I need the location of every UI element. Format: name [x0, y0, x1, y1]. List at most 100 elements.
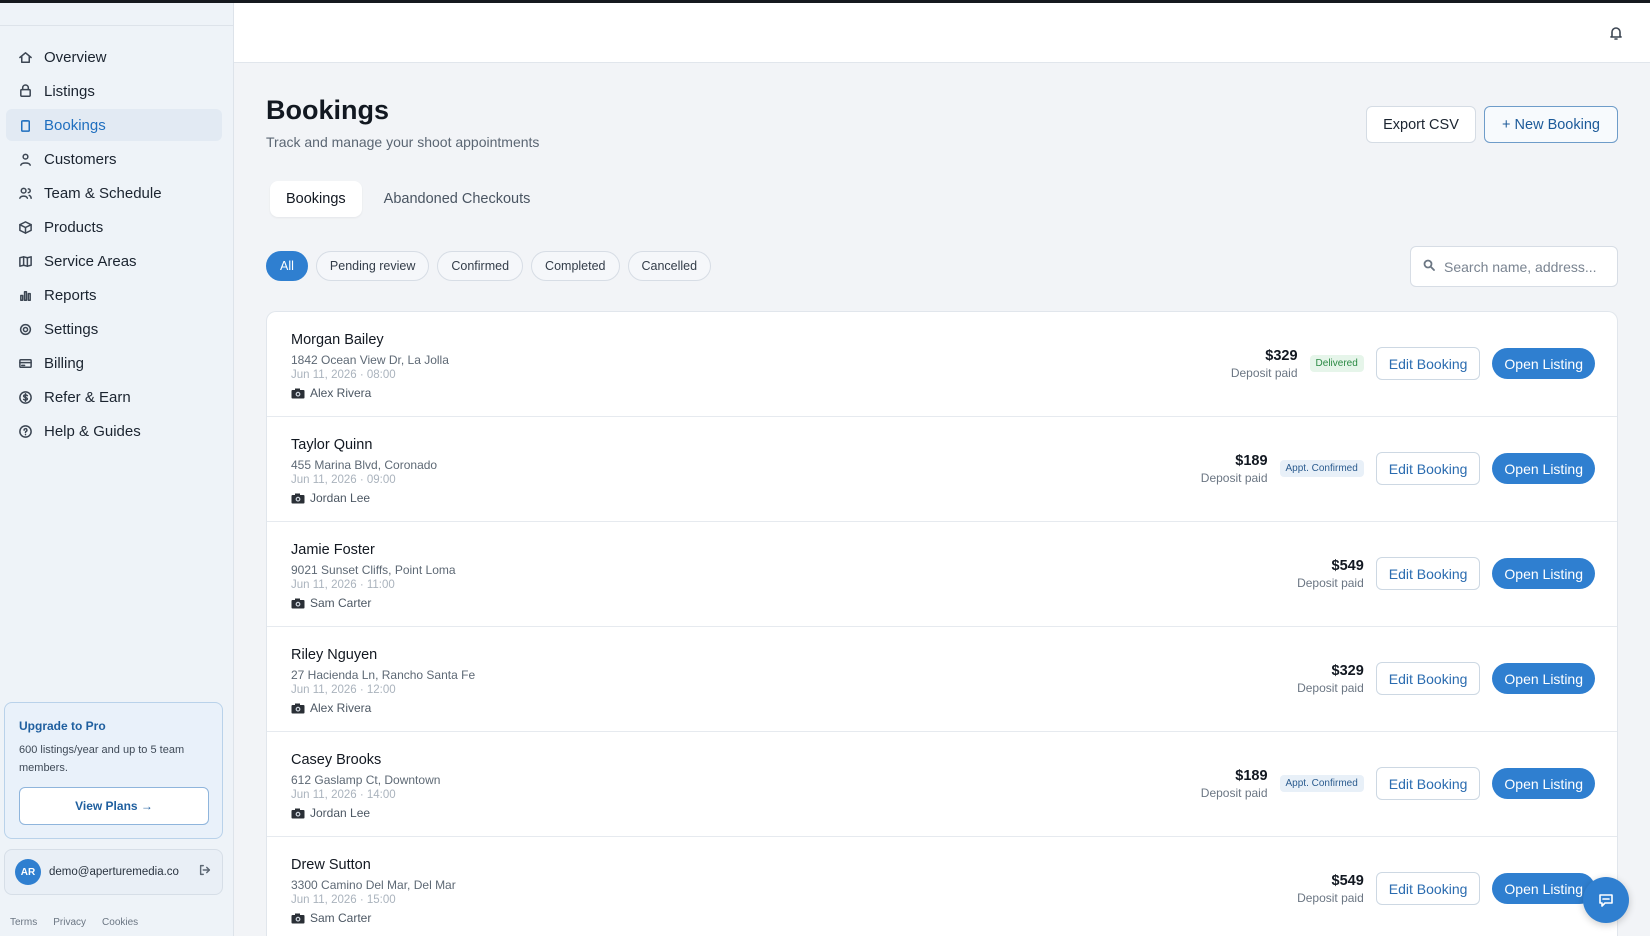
sidebar-item-label: Listings	[44, 82, 95, 100]
open-listing-button[interactable]: Open Listing	[1492, 873, 1595, 904]
edit-booking-button[interactable]: Edit Booking	[1375, 767, 1481, 800]
sidebar-divider	[0, 25, 233, 26]
credit-card-icon	[16, 354, 34, 372]
edit-booking-button[interactable]: Edit Booking	[1375, 557, 1481, 590]
booking-actions: $549 Deposit paid Edit Booking Open Listing	[1297, 557, 1595, 590]
home-icon	[16, 48, 34, 66]
payment-status: Deposit paid	[1297, 680, 1364, 695]
photographer-name: Alex Rivera	[310, 386, 372, 400]
photographer: Sam Carter	[291, 911, 371, 925]
booking-datetime: Jun 11, 2026 · 15:00	[291, 894, 396, 906]
sidebar-nav: Overview Listings Bookings Customers Team & …	[6, 41, 222, 449]
sidebar-item-settings[interactable]: Settings	[6, 313, 222, 345]
sidebar-item-label: Products	[44, 218, 104, 236]
cookies-link[interactable]: Cookies	[102, 917, 138, 928]
sidebar-item-refer-earn[interactable]: Refer & Earn	[6, 381, 222, 413]
sidebar-item-reports[interactable]: Reports	[6, 279, 222, 311]
tab-abandoned-checkouts[interactable]: Abandoned Checkouts	[368, 181, 547, 217]
sidebar-item-billing[interactable]: Billing	[6, 347, 222, 379]
customer-name: Jamie Foster	[291, 542, 375, 558]
clipboard-icon	[16, 116, 34, 134]
edit-booking-button[interactable]: Edit Booking	[1375, 452, 1481, 485]
sidebar-item-label: Service Areas	[44, 252, 137, 270]
account-email: demo@aperturemedia.co	[49, 866, 179, 878]
open-listing-button[interactable]: Open Listing	[1492, 453, 1595, 484]
box-icon	[16, 218, 34, 236]
tab-bar: Bookings Abandoned Checkouts	[270, 181, 546, 217]
booking-actions: $189 Deposit paid Appt. Confirmed Edit Book…	[1201, 767, 1595, 800]
booking-address: 3300 Camino Del Mar, Del Mar	[291, 878, 456, 892]
sidebar-item-overview[interactable]: Overview	[6, 41, 222, 73]
payment-status: Deposit paid	[1200, 785, 1268, 800]
view-plans-button[interactable]: View Plans →	[19, 787, 209, 825]
booking-row: Drew Sutton 3300 Camino Del Mar, Del Mar J…	[267, 837, 1617, 936]
sidebar-item-label: Customers	[44, 150, 117, 168]
search-box[interactable]	[1410, 246, 1618, 287]
filter-chip-pending-review[interactable]: Pending review	[315, 251, 430, 281]
sidebar-item-customers[interactable]: Customers	[6, 143, 222, 175]
price-block: $189 Deposit paid	[1201, 768, 1268, 800]
filter-chip-all[interactable]: All	[266, 251, 308, 281]
privacy-link[interactable]: Privacy	[53, 917, 86, 928]
booking-datetime: Jun 11, 2026 · 08:00	[291, 369, 396, 381]
sidebar-item-products[interactable]: Products	[6, 211, 222, 243]
photographer: Alex Rivera	[291, 701, 371, 715]
sidebar-item-service-areas[interactable]: Service Areas	[6, 245, 222, 277]
open-listing-button[interactable]: Open Listing	[1492, 348, 1595, 379]
filter-chip-confirmed[interactable]: Confirmed	[437, 251, 524, 281]
booking-address: 612 Gaslamp Ct, Downtown	[291, 773, 441, 787]
sidebar-item-bookings[interactable]: Bookings	[6, 109, 222, 141]
chat-button[interactable]	[1583, 877, 1629, 923]
booking-price: $329	[1265, 347, 1298, 364]
edit-booking-button[interactable]: Edit Booking	[1375, 872, 1481, 905]
photographer: Jordan Lee	[291, 491, 370, 505]
sidebar-item-label: Reports	[44, 286, 97, 304]
filter-chip-completed[interactable]: Completed	[531, 251, 620, 281]
upgrade-card: Upgrade to Pro 600 listings/year and up …	[4, 702, 223, 839]
edit-booking-button[interactable]: Edit Booking	[1375, 347, 1481, 380]
price-block: $549 Deposit paid	[1297, 873, 1364, 905]
photographer-name: Alex Rivera	[310, 701, 372, 715]
edit-booking-button[interactable]: Edit Booking	[1375, 662, 1481, 695]
status-badge: Appt. Confirmed	[1279, 775, 1364, 792]
sidebar-item-team-schedule[interactable]: Team & Schedule	[6, 177, 222, 209]
search-input[interactable]	[1444, 258, 1614, 275]
customer-name: Taylor Quinn	[291, 437, 373, 453]
open-listing-button[interactable]: Open Listing	[1492, 663, 1595, 694]
upgrade-description: 600 listings/year and up to 5 team membe…	[19, 744, 185, 774]
customer-name: Morgan Bailey	[291, 332, 384, 348]
tab-bookings[interactable]: Bookings	[270, 181, 362, 217]
booking-row: Taylor Quinn 455 Marina Blvd, Coronado Jun…	[267, 417, 1617, 522]
photographer: Alex Rivera	[291, 386, 371, 400]
camera-icon	[291, 913, 305, 924]
page-title: Bookings	[266, 95, 390, 125]
sidebar-item-label: Billing	[44, 354, 85, 372]
payment-status: Deposit paid	[1297, 890, 1364, 905]
booking-address: 9021 Sunset Cliffs, Point Loma	[291, 563, 456, 577]
open-listing-button[interactable]: Open Listing	[1492, 768, 1595, 799]
photographer: Sam Carter	[291, 596, 371, 610]
terms-link[interactable]: Terms	[10, 917, 37, 928]
open-listing-button[interactable]: Open Listing	[1492, 558, 1595, 589]
payment-status: Deposit paid	[1297, 575, 1364, 590]
booking-actions: $329 Deposit paid Delivered Edit Booking Ope…	[1231, 347, 1595, 380]
booking-address: 27 Hacienda Ln, Rancho Santa Fe	[291, 668, 476, 682]
users-icon	[16, 184, 34, 202]
bell-icon[interactable]	[1608, 25, 1626, 43]
help-icon	[16, 422, 34, 440]
top-header	[234, 3, 1650, 63]
gear-icon	[16, 320, 34, 338]
status-filters: All Pending review Confirmed Completed Cance…	[266, 251, 712, 281]
sidebar-item-listings[interactable]: Listings	[6, 75, 222, 107]
filter-chip-cancelled[interactable]: Cancelled	[627, 251, 712, 281]
footer-links: Terms Privacy Cookies	[10, 917, 138, 928]
account-card[interactable]: AR demo@aperturemedia.co	[4, 849, 223, 895]
new-booking-button[interactable]: + New Booking	[1484, 106, 1618, 143]
logout-icon[interactable]	[198, 863, 212, 882]
export-csv-button[interactable]: Export CSV	[1366, 106, 1476, 143]
payment-status: Deposit paid	[1230, 365, 1298, 380]
booking-datetime: Jun 11, 2026 · 11:00	[291, 579, 395, 591]
price-block: $329 Deposit paid	[1297, 663, 1364, 695]
booking-price: $549	[1331, 872, 1364, 889]
sidebar-item-help-guides[interactable]: Help & Guides	[6, 415, 222, 447]
